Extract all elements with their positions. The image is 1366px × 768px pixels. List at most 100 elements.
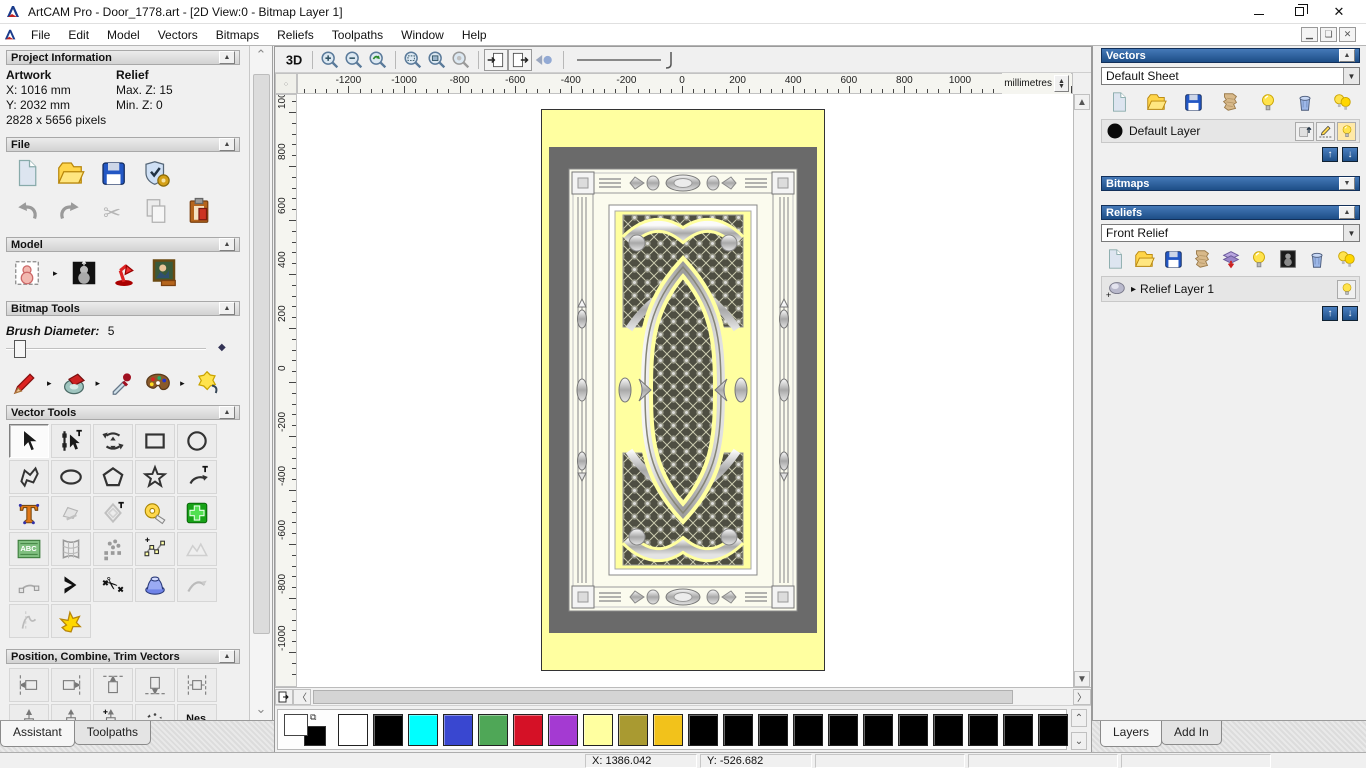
palette-swatch-16[interactable] (898, 713, 928, 746)
zoom-in-icon[interactable] (318, 49, 342, 71)
toggle-relief-visibility-icon[interactable] (1247, 248, 1271, 270)
relief-bulb-button[interactable] (1337, 279, 1356, 299)
palette-swatch-18[interactable] (968, 713, 998, 746)
texture-flood-fill-icon[interactable] (192, 368, 222, 398)
node-editing-icon[interactable] (51, 424, 91, 458)
open-layer-icon[interactable] (1144, 91, 1168, 113)
trim-vectors-icon[interactable]: ✂ (93, 568, 133, 602)
canvas-scroll-left[interactable]: 〈 (293, 688, 311, 705)
select-vectors-icon[interactable] (9, 424, 49, 458)
save-file-icon[interactable] (98, 158, 128, 188)
assistant-tab-toolpaths[interactable]: Toolpaths (73, 721, 152, 745)
scroll-up-arrow[interactable]: ⌃ (250, 46, 272, 64)
palette-swatch-14[interactable] (828, 713, 858, 746)
section-icon[interactable] (9, 604, 49, 638)
pick-color-icon[interactable] (107, 368, 137, 398)
menu-item-vectors[interactable]: Vectors (149, 25, 207, 45)
palette-swatch-3[interactable] (443, 713, 473, 746)
transform-vectors-icon[interactable] (93, 424, 133, 458)
palette-scrollbar[interactable]: ⌃ ⌄ (1071, 709, 1089, 750)
fit-spline-icon[interactable] (177, 532, 217, 566)
2d-canvas[interactable] (297, 94, 1073, 687)
greyscale-icon[interactable] (1276, 248, 1300, 270)
move-relief-up-button[interactable]: ↑ (1322, 306, 1338, 321)
fit-polyline-icon[interactable] (135, 532, 175, 566)
expand-bitmaps-button[interactable]: ▼ (1339, 177, 1355, 190)
collapse-vector-tools-button[interactable]: ▲ (219, 406, 235, 419)
collapse-file-button[interactable]: ▲ (219, 138, 235, 151)
palette-swatch-19[interactable] (1003, 713, 1033, 746)
palette-swatch-10[interactable] (688, 713, 718, 746)
dropdown-arrow-icon[interactable]: ▼ (1343, 225, 1359, 241)
collapse-reliefs-button[interactable]: ▲ (1339, 206, 1355, 219)
relief-layer-name[interactable]: Relief Layer 1 (1140, 282, 1214, 296)
relief-layer-row[interactable]: + ▸ Relief Layer 1 (1101, 276, 1360, 302)
palette-icon[interactable] (143, 368, 173, 398)
align-center-icon[interactable] (177, 668, 217, 702)
menu-item-edit[interactable]: Edit (59, 25, 98, 45)
paste-along-icon[interactable] (93, 704, 133, 720)
menu-item-file[interactable]: File (22, 25, 59, 45)
open-relief-icon[interactable] (1132, 248, 1156, 270)
menu-item-help[interactable]: Help (453, 25, 496, 45)
envelope-distortion-icon[interactable] (51, 532, 91, 566)
palette-swatch-17[interactable] (933, 713, 963, 746)
mdi-restore-button[interactable]: ❏ (1320, 27, 1337, 42)
menu-item-reliefs[interactable]: Reliefs (268, 25, 323, 45)
flyout-arrow-icon[interactable]: ▸ (47, 378, 52, 389)
vector-layer-name[interactable]: Default Layer (1129, 124, 1200, 138)
transfer-relief-icon[interactable] (1219, 248, 1243, 270)
load-picture-icon[interactable] (149, 258, 179, 288)
nesting-icon[interactable]: Nes (177, 704, 217, 720)
minimize-button[interactable] (1252, 5, 1266, 19)
flyout-arrow-icon[interactable]: ▸ (96, 378, 101, 389)
align-centre-v-icon[interactable] (9, 704, 49, 720)
canvas-scroll-right[interactable]: 〉 (1073, 688, 1091, 705)
brush-diameter-slider[interactable] (6, 340, 206, 358)
right-tab-layers[interactable]: Layers (1100, 721, 1163, 747)
text-on-curve-icon[interactable]: ABC (9, 532, 49, 566)
close-button[interactable]: ✕ (1332, 4, 1346, 19)
all-reliefs-on-icon[interactable] (1334, 248, 1358, 270)
redo-icon[interactable] (55, 196, 85, 226)
ruler-origin-box[interactable]: ⁘ (275, 73, 297, 94)
scrollbar-thumb[interactable] (253, 74, 270, 634)
move-relief-down-button[interactable]: ↓ (1342, 306, 1358, 321)
palette-swatch-13[interactable] (793, 713, 823, 746)
lighting-icon[interactable] (109, 258, 139, 288)
restore-button[interactable] (1292, 4, 1308, 19)
offset-vector-icon[interactable] (93, 496, 133, 530)
mdi-minimize-button[interactable]: ▁ (1301, 27, 1318, 42)
set-model-size-icon[interactable] (12, 258, 42, 288)
palette-swatch-4[interactable] (478, 713, 508, 746)
toggle-vector-icon[interactable] (508, 48, 532, 71)
slider-knob[interactable] (14, 340, 26, 358)
dropdown-arrow-icon[interactable]: ▼ (1343, 68, 1359, 84)
align-right-icon[interactable] (51, 668, 91, 702)
fit-arcs-icon[interactable] (9, 568, 49, 602)
canvas-vertical-scrollbar[interactable]: ▲ ▼ (1073, 94, 1091, 687)
toggle-bitmap-icon[interactable] (484, 48, 508, 71)
extrude-icon[interactable] (135, 568, 175, 602)
move-layer-up-button[interactable]: ↑ (1322, 147, 1338, 162)
zoom-object-icon[interactable] (449, 49, 473, 71)
create-star-icon[interactable] (135, 460, 175, 494)
relief-thumb-icon[interactable]: + (1105, 278, 1127, 300)
collapse-vectors-button[interactable]: ▲ (1339, 49, 1355, 62)
assistant-tab-assistant[interactable]: Assistant (0, 721, 75, 747)
assistant-scrollbar[interactable]: ⌃ ⌄ (249, 46, 273, 720)
unit-dropdown-button[interactable]: ▲ ▼ (1054, 75, 1069, 92)
create-arc-icon[interactable] (177, 460, 217, 494)
scatter-copy-icon[interactable] (135, 704, 175, 720)
create-polygon-icon[interactable] (93, 460, 133, 494)
align-bottom-icon[interactable] (135, 668, 175, 702)
palette-swatch-0[interactable] (338, 713, 368, 746)
flyout-arrow-icon[interactable]: ▸ (53, 268, 58, 279)
relief-select[interactable]: Front Relief ▼ (1101, 224, 1360, 242)
menu-item-window[interactable]: Window (392, 25, 453, 45)
zoom-previous-icon[interactable] (366, 49, 390, 71)
hscroll-thumb[interactable] (313, 689, 1013, 704)
new-relief-layer-icon[interactable] (1103, 248, 1127, 270)
vector-layer-row[interactable]: Default Layer (1101, 119, 1360, 143)
palette-swatch-7[interactable] (583, 713, 613, 746)
